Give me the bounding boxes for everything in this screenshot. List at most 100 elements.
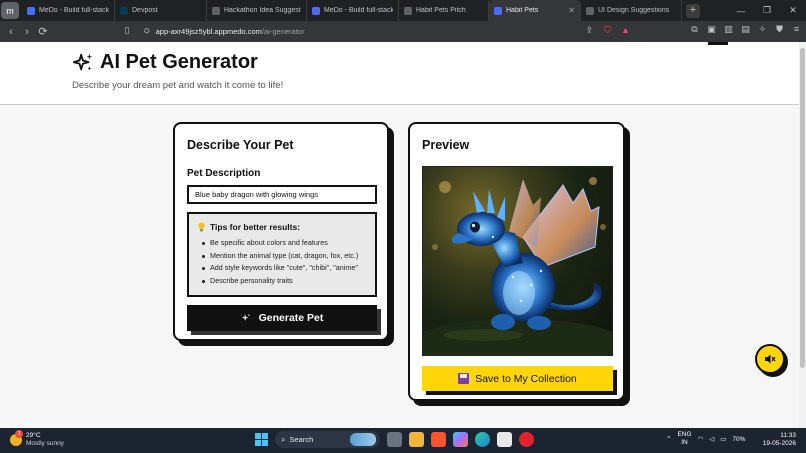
- dragon-illustration: [423, 177, 612, 355]
- url-path: /ai-generator: [261, 27, 305, 36]
- windows-start-icon[interactable]: [255, 433, 268, 446]
- browser-tab[interactable]: MeDo - Build full-stack A: [22, 0, 115, 21]
- weather-badge: 1: [15, 430, 23, 438]
- devpost-icon: [120, 6, 128, 15]
- wifi-icon[interactable]: ◠: [698, 435, 704, 443]
- minimize-icon[interactable]: —: [728, 6, 754, 16]
- back-icon[interactable]: ‹: [3, 26, 19, 38]
- browser-tab[interactable]: Habit Pets Pitch: [399, 0, 489, 21]
- browser-tab[interactable]: MeDo - Build full-stack A: [307, 0, 399, 21]
- chatgpt-icon: [404, 6, 412, 15]
- save-to-collection-button[interactable]: Save to My Collection: [422, 366, 613, 391]
- screenshot-icon[interactable]: ▣: [706, 24, 717, 35]
- pet-description-label: Pet Description: [187, 168, 261, 179]
- browser-tab-bar: m MeDo - Build full-stack A Devpost Hackat…: [0, 0, 806, 21]
- edge-icon[interactable]: [475, 432, 490, 447]
- lang-code: ENG: [677, 431, 692, 438]
- generate-pet-label: Generate Pet: [258, 312, 324, 324]
- browser-tab[interactable]: Hackathon Idea Suggesti: [207, 0, 307, 21]
- new-tab-button[interactable]: +: [686, 3, 700, 18]
- search-icon: ⌕: [281, 434, 286, 444]
- generate-pet-button[interactable]: Generate Pet: [187, 305, 377, 331]
- tab-label: Habit Pets: [506, 7, 539, 14]
- speaker-muted-icon: [765, 354, 776, 364]
- generated-pet-image: [422, 166, 613, 356]
- bookmark-icon[interactable]: ▯: [119, 25, 135, 36]
- browser-tab[interactable]: Devpost: [115, 0, 207, 21]
- sidebar-icon[interactable]: ▥: [723, 24, 734, 35]
- windows-taskbar: 1 29°C Mostly sunny ⌕ Search ⌃ ENG IN ◠ …: [0, 428, 806, 453]
- medo-icon: [494, 6, 502, 15]
- page-subtitle: Describe your dream pet and watch it com…: [72, 80, 284, 91]
- battery-icon[interactable]: ▭: [720, 435, 726, 443]
- forward-icon[interactable]: ›: [19, 26, 35, 38]
- mute-sound-button[interactable]: [755, 344, 785, 374]
- share-icon[interactable]: ⇪: [584, 25, 595, 36]
- copilot-icon[interactable]: [453, 432, 468, 447]
- clock[interactable]: 11:33 19-05-2026: [763, 432, 796, 448]
- browser-toolbar: ‹ › ⟳ ▯ ⛭ app-axr49jsz5ybl.appmedo.com/a…: [0, 21, 806, 42]
- chevron-up-icon[interactable]: ⌃: [666, 435, 671, 443]
- task-view-icon[interactable]: [387, 432, 402, 447]
- pet-description-input[interactable]: [187, 185, 377, 204]
- floppy-disk-icon: [458, 373, 470, 384]
- lightbulb-icon: [198, 222, 205, 232]
- page-header: AI Pet Generator Describe your dream pet…: [0, 42, 799, 105]
- brave-shield-icon[interactable]: ⛉: [602, 25, 613, 36]
- file-explorer-icon[interactable]: [409, 432, 424, 447]
- page-scrollbar[interactable]: [799, 42, 806, 428]
- tab-label: Habit Pets Pitch: [416, 7, 466, 14]
- tip-item: Mention the animal type (cat, dragon, fo…: [201, 250, 367, 263]
- search-label: Search: [289, 435, 314, 444]
- weather-condition: Mostly sunny: [26, 440, 64, 447]
- medo-icon: [312, 6, 320, 15]
- weather-widget[interactable]: 1 29°C Mostly sunny: [10, 430, 64, 448]
- header-notch: [708, 42, 728, 45]
- page-title: AI Pet Generator: [100, 51, 258, 73]
- opera-icon[interactable]: [519, 432, 534, 447]
- store-icon[interactable]: [497, 432, 512, 447]
- reading-list-icon[interactable]: ▤: [740, 24, 751, 35]
- tab-label: MeDo - Build full-stack A: [324, 7, 393, 14]
- chatgpt-icon: [212, 6, 220, 15]
- chatgpt-icon: [586, 6, 594, 15]
- close-window-icon[interactable]: ✕: [780, 5, 806, 16]
- vpn-icon[interactable]: ⛊: [774, 24, 785, 35]
- system-tray: ⌃ ENG IN ◠ ◁ ▭ 70%: [666, 431, 745, 447]
- toolbar-actions: ⧉ ▣ ▥ ▤ ✧ ⛊ ≡: [689, 24, 802, 35]
- tip-item: Be specific about colors and features: [201, 237, 367, 250]
- taskbar-search[interactable]: ⌕ Search: [275, 431, 380, 448]
- url-host: app-axr49jsz5ybl.appmedo.com: [155, 27, 262, 36]
- browser-tab[interactable]: Habit Pets ✕: [489, 0, 581, 21]
- close-tab-icon[interactable]: ✕: [568, 6, 575, 15]
- scrollbar-thumb[interactable]: [800, 48, 805, 368]
- leo-icon[interactable]: ✧: [757, 24, 768, 35]
- preview-card-title: Preview: [422, 138, 470, 152]
- restore-icon[interactable]: ❐: [754, 5, 780, 16]
- medo-icon: [27, 6, 35, 15]
- sparkles-icon: [241, 313, 250, 321]
- date: 19-05-2026: [762, 440, 796, 447]
- tips-box: Tips for better results: Be specific abo…: [187, 212, 377, 297]
- site-info-icon[interactable]: ⛭: [144, 28, 150, 36]
- profile-avatar[interactable]: m: [1, 2, 19, 19]
- save-to-collection-label: Save to My Collection: [475, 372, 577, 385]
- time: 11:33: [780, 432, 796, 439]
- window-controls: — ❐ ✕: [728, 0, 806, 21]
- reload-icon[interactable]: ⟳: [35, 25, 51, 38]
- search-highlight-icon: [350, 433, 376, 446]
- taskbar-apps: ⌕ Search: [255, 431, 534, 448]
- brave-browser-icon[interactable]: [431, 432, 446, 447]
- describe-pet-card: Describe Your Pet Pet Description Tips f…: [173, 122, 389, 341]
- describe-card-title: Describe Your Pet: [187, 138, 294, 152]
- tips-title: Tips for better results:: [210, 222, 301, 232]
- volume-icon[interactable]: ◁: [709, 435, 714, 443]
- tab-label: Devpost: [132, 7, 158, 14]
- browser-tab[interactable]: UI Design Suggestions: [581, 0, 682, 21]
- menu-icon[interactable]: ≡: [791, 24, 802, 35]
- extensions-icon[interactable]: ⧉: [689, 24, 700, 35]
- region-code: IN: [681, 439, 688, 446]
- brave-rewards-icon[interactable]: ▲: [620, 25, 631, 36]
- tab-label: Hackathon Idea Suggesti: [224, 7, 301, 14]
- language-indicator[interactable]: ENG IN: [677, 431, 691, 447]
